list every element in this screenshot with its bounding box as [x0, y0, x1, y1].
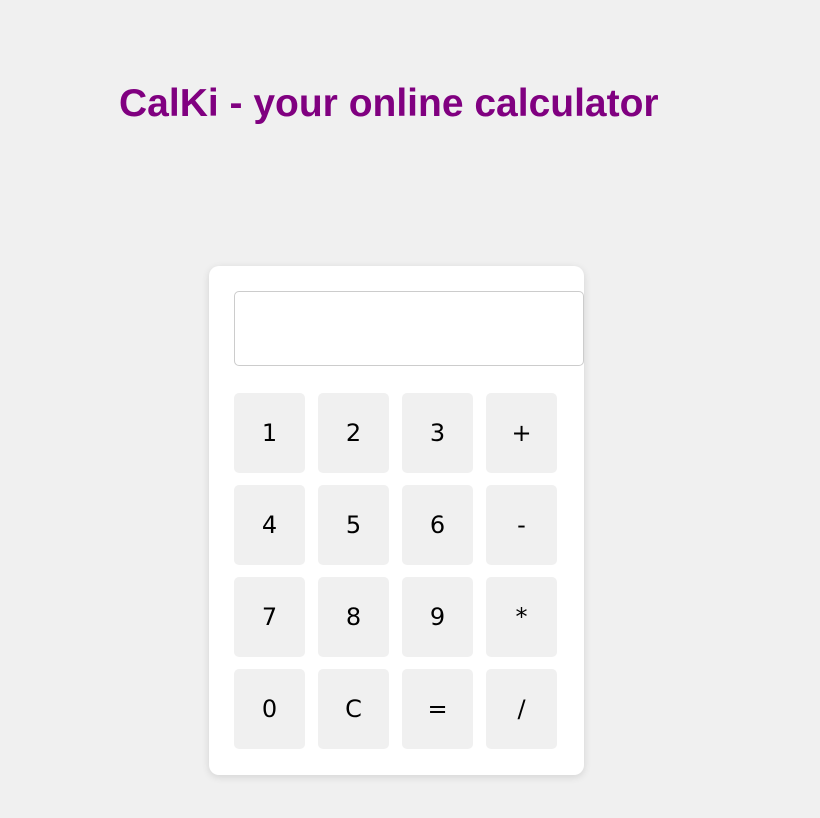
- key-2[interactable]: 2: [318, 393, 389, 473]
- key-multiply[interactable]: *: [486, 577, 557, 657]
- key-equals[interactable]: =: [402, 669, 473, 749]
- key-9[interactable]: 9: [402, 577, 473, 657]
- key-1[interactable]: 1: [234, 393, 305, 473]
- page-title: CalKi - your online calculator: [119, 82, 659, 125]
- key-7[interactable]: 7: [234, 577, 305, 657]
- key-3[interactable]: 3: [402, 393, 473, 473]
- key-clear[interactable]: C: [318, 669, 389, 749]
- key-minus[interactable]: -: [486, 485, 557, 565]
- key-5[interactable]: 5: [318, 485, 389, 565]
- key-6[interactable]: 6: [402, 485, 473, 565]
- key-0[interactable]: 0: [234, 669, 305, 749]
- key-4[interactable]: 4: [234, 485, 305, 565]
- key-divide[interactable]: /: [486, 669, 557, 749]
- key-plus[interactable]: +: [486, 393, 557, 473]
- calculator-panel: 1 2 3 + 4 5 6 - 7 8 9 * 0 C = /: [209, 266, 584, 775]
- calculator-display[interactable]: [234, 291, 584, 366]
- keypad: 1 2 3 + 4 5 6 - 7 8 9 * 0 C = /: [234, 393, 557, 749]
- key-8[interactable]: 8: [318, 577, 389, 657]
